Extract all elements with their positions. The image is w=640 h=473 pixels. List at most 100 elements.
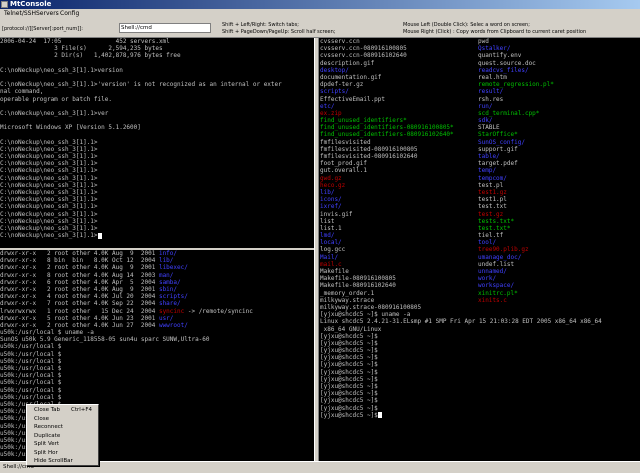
terminal-line: description.gif — [320, 60, 602, 67]
terminal-line: invis.gif — [320, 211, 602, 218]
terminal-line: [yjxu@shcdc5 ~]$ — [320, 412, 602, 419]
terminal-line: 2006-04-24 17:05 452 servers.xml — [0, 38, 314, 45]
line-text: [yjxu@shcdc5 ~]$ — [320, 354, 378, 362]
terminal-line: local/ — [320, 239, 602, 246]
terminal-line: gwd.gz — [320, 175, 602, 182]
line-text: invis.gif — [320, 210, 353, 218]
line-text: remote_regression.pl* — [478, 81, 554, 89]
terminal-line: target.pdef — [478, 160, 554, 167]
line-text: [yjxu@shcdc5 ~]$ — [320, 375, 378, 383]
line-text: [yjxu@shcdc5 ~]$ — [320, 339, 378, 347]
line-text: drwxr-xr-x 6 root other 4.0K Apr 5 2004 — [0, 278, 159, 286]
terminal-line: drwxr-xr-x 2 root other 4.0K Aug 9 2001 … — [0, 264, 314, 271]
terminal-line: drwxr-xr-x 2 root other 4.0K Aug 9 2001 … — [0, 286, 314, 293]
context-menu-item[interactable]: Split Hor — [28, 450, 98, 457]
menu-bar: Telnet/SSH Servers Config — [0, 9, 640, 19]
listing-column-1: cvsserv.ccn cvsserv.ccn-080916100805 cvsse… — [320, 38, 602, 419]
line-text: [yjxu@shcdc5 ~]$ — [320, 383, 378, 390]
context-menu-item[interactable]: Hide ScrollBar — [28, 458, 98, 465]
terminal-pane-cmd[interactable]: 2006-04-24 17:05 452 servers.xml 3 File(… — [0, 38, 314, 248]
terminal-line: umanage_doc/ — [478, 254, 554, 261]
terminal-line: drwxr-xr-x 8 root other 4.0K Aug 14 2003… — [0, 272, 314, 279]
context-menu-item[interactable]: Close Tab Ctrl+F4 — [28, 407, 98, 414]
terminal-line: drwxr-xr-x 6 root other 4.0K Apr 5 2004 … — [0, 279, 314, 286]
context-menu-label: Split Vert — [34, 441, 60, 447]
terminal-line: result/ — [478, 88, 554, 95]
line-text: u50k:/usr/local $ — [0, 357, 62, 365]
terminal-line: lrwxrwxrwx 1 root other 15 Dec 24 2004 s… — [0, 308, 314, 315]
line-text: C:\noNeckup\neo_ssh_3[1].1>version — [0, 66, 123, 74]
line-text: xinits.c — [478, 296, 507, 304]
line-text: Microsoft Windows XP [Version 5.1.2600] — [0, 124, 141, 132]
line-filename: lib/ — [158, 257, 174, 265]
line-filename: man/ — [158, 271, 174, 279]
line-filename: sbin/ — [158, 285, 178, 293]
line-text: C:\noNeckup\neo_ssh_3[1].1> — [0, 224, 98, 232]
terminal-line: fmfilesvisited-080916102640 — [320, 153, 602, 160]
terminal-line: test.txt* — [478, 225, 554, 232]
terminal-line: lib/ — [320, 189, 602, 196]
hint-select-word: Mouse Left (Double Click): Selec a word … — [403, 22, 530, 28]
line-text: StarOffice* — [478, 131, 518, 139]
terminal-line: undef.list — [478, 261, 554, 268]
line-text: C:\noNeckup\neo_ssh_3[1].1> — [0, 196, 98, 204]
terminal-line: C:\noNeckup\neo_ssh_3[1].1> — [0, 218, 314, 225]
line-text: nal command, — [0, 88, 44, 96]
line-text: sdk/ — [478, 117, 493, 125]
terminal-line: drwxr-xr-x 2 root other 4.0K Aug 9 2001 … — [0, 250, 314, 257]
line-text: Mail/ — [320, 253, 339, 261]
line-text: [yjxu@shcdc5 ~]$ — [320, 368, 378, 376]
text-cursor — [97, 232, 102, 239]
terminal-pane-linux[interactable]: cvsserv.ccn cvsserv.ccn-080916100805 cvsse… — [319, 38, 640, 461]
terminal-line: desktop/ — [320, 67, 602, 74]
terminal-line: table/ — [478, 153, 554, 160]
terminal-line: xinits.c — [478, 297, 554, 304]
line-text: result/ — [478, 88, 504, 96]
terminal-line: x86_64 GNU/Linux — [320, 326, 602, 333]
context-menu-item[interactable]: Close — [28, 416, 98, 423]
line-text: table/ — [478, 153, 500, 160]
terminal-line: icons/ — [320, 196, 602, 203]
context-menu-item[interactable]: Split Vert — [28, 441, 98, 448]
terminal-line: Linux shcdc5 2.4.21-31.ELsmp #1 SMP Fri … — [320, 318, 602, 325]
terminal-line: list — [320, 218, 602, 225]
context-menu-item[interactable]: Reconnect — [28, 424, 98, 431]
terminal-line: test.gz — [478, 211, 554, 218]
line-text: drwxr-xr-x 2 root other 4.0K Jun 27 2004 — [0, 321, 159, 329]
line-filename: info/ — [158, 250, 178, 257]
line-text: umanage_doc/ — [478, 253, 522, 261]
line-text: cvsserv.ccn — [320, 38, 360, 45]
terminal-line: workspace/ — [478, 282, 554, 289]
context-menu-label: Close Tab — [34, 407, 61, 413]
terminal-line: test1.pl — [478, 196, 554, 203]
line-text: unnamed/ — [478, 268, 507, 275]
terminal-line: u50k:/usr/local $ — [0, 358, 314, 365]
terminal-line: fmfilesvisited-080916100805 — [320, 146, 602, 153]
terminal-line: u50k:/usr/local $ — [0, 387, 314, 394]
command-input[interactable]: Shell://cmd — [119, 23, 211, 33]
line-text: lrwxrwxrwx 1 root other 15 Dec 24 2004 — [0, 307, 159, 315]
app-icon — [1, 1, 8, 8]
line-text: drwxr-xr-x 8 root other 4.0K Aug 14 2003 — [0, 271, 159, 279]
line-text: C:\noNeckup\neo_ssh_3[1].1> — [0, 217, 98, 225]
terminal-line: C:\noNeckup\neo_ssh_3[1].1>ver — [0, 110, 314, 117]
line-text: tree90.plib.gz — [478, 246, 529, 254]
menu-servers[interactable]: Servers — [36, 9, 59, 19]
terminal-line: C:\noNeckup\neo_ssh_3[1].1> — [0, 225, 314, 232]
context-menu-item[interactable]: Duplicate — [28, 433, 98, 440]
line-text: scripts/ — [320, 88, 349, 96]
line-text: test1.pl — [478, 196, 507, 204]
menu-telnet-ssh[interactable]: Telnet/SSH — [4, 9, 36, 19]
terminal-line: pwd — [478, 38, 554, 45]
terminal-line: ixref/ — [320, 203, 602, 210]
line-text: C:\noNeckup\neo_ssh_3[1].1> — [0, 160, 98, 168]
context-menu: Close Tab Ctrl+F4 Close Reconnect Duplicate S… — [26, 404, 99, 466]
menu-config[interactable]: Config — [60, 9, 79, 19]
terminal-line: heco.gz — [320, 182, 602, 189]
terminal-line: tests.txt* — [478, 218, 554, 225]
terminal-line: Microsoft Windows XP [Version 5.1.2600] — [0, 124, 314, 131]
terminal-line: temp/ — [478, 167, 554, 174]
terminal-line: rsh.res — [478, 96, 554, 103]
